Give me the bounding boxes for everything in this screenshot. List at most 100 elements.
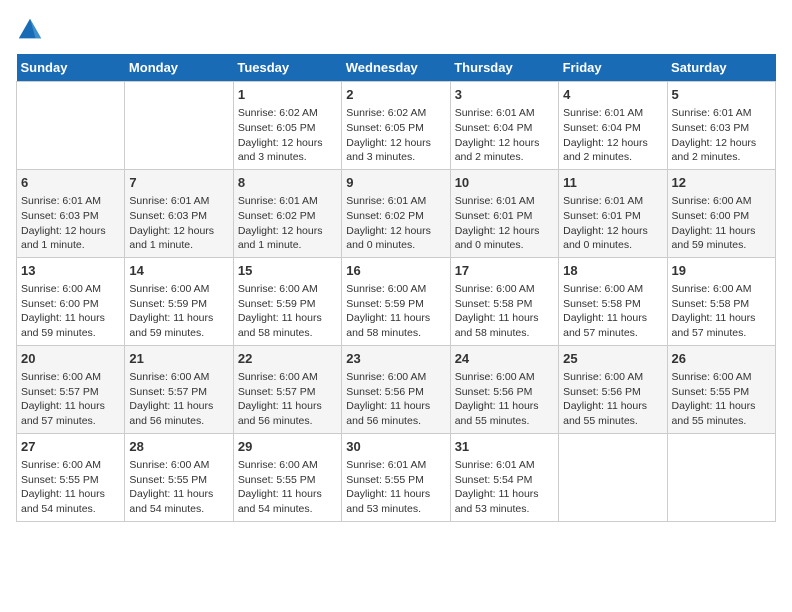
calendar-cell: 11 Sunrise: 6:01 AM Sunset: 6:01 PM Dayli… xyxy=(559,169,667,257)
day-info: Sunrise: 6:00 AM Sunset: 5:56 PM Dayligh… xyxy=(455,370,554,429)
calendar-cell: 15Sunrise: 6:00 AM Sunset: 5:59 PM Dayli… xyxy=(233,257,341,345)
weekday-header-wednesday: Wednesday xyxy=(342,54,450,82)
logo xyxy=(16,16,48,44)
day-info: Sunrise: 6:00 AM Sunset: 5:59 PM Dayligh… xyxy=(346,282,445,341)
day-number: 23 xyxy=(346,350,445,368)
day-info: Sunrise: 6:01 AM Sunset: 6:03 PM Dayligh… xyxy=(672,106,771,165)
calendar-cell: 27 Sunrise: 6:00 AM Sunset: 5:55 PM Dayli… xyxy=(17,433,125,521)
day-number: 30 xyxy=(346,438,445,456)
calendar-cell: 10Sunrise: 6:01 AM Sunset: 6:01 PM Dayli… xyxy=(450,169,558,257)
calendar-cell: 26 Sunrise: 6:00 AM Sunset: 5:55 PM Dayli… xyxy=(667,345,775,433)
calendar-week-4: 20 Sunrise: 6:00 AM Sunset: 5:57 PM Dayli… xyxy=(17,345,776,433)
calendar-week-2: 6 Sunrise: 6:01 AM Sunset: 6:03 PM Daylig… xyxy=(17,169,776,257)
day-number: 19 xyxy=(672,262,771,280)
day-info: Sunrise: 6:00 AM Sunset: 5:58 PM Dayligh… xyxy=(455,282,554,341)
day-info: Sunrise: 6:01 AM Sunset: 6:04 PM Dayligh… xyxy=(563,106,662,165)
calendar-cell: 28Sunrise: 6:00 AM Sunset: 5:55 PM Dayli… xyxy=(125,433,233,521)
day-info: Sunrise: 6:00 AM Sunset: 5:58 PM Dayligh… xyxy=(563,282,662,341)
day-info: Sunrise: 6:01 AM Sunset: 6:03 PM Dayligh… xyxy=(129,194,228,253)
weekday-header-tuesday: Tuesday xyxy=(233,54,341,82)
day-number: 28 xyxy=(129,438,228,456)
calendar-cell: 18 Sunrise: 6:00 AM Sunset: 5:58 PM Dayli… xyxy=(559,257,667,345)
day-info: Sunrise: 6:00 AM Sunset: 5:55 PM Dayligh… xyxy=(238,458,337,517)
day-info: Sunrise: 6:01 AM Sunset: 5:55 PM Dayligh… xyxy=(346,458,445,517)
calendar-cell: 24 Sunrise: 6:00 AM Sunset: 5:56 PM Dayli… xyxy=(450,345,558,433)
day-number: 29 xyxy=(238,438,337,456)
calendar-header: SundayMondayTuesdayWednesdayThursdayFrid… xyxy=(17,54,776,82)
calendar-cell xyxy=(559,433,667,521)
day-number: 6 xyxy=(21,174,120,192)
day-number: 2 xyxy=(346,86,445,104)
calendar-week-5: 27 Sunrise: 6:00 AM Sunset: 5:55 PM Dayli… xyxy=(17,433,776,521)
weekday-header-friday: Friday xyxy=(559,54,667,82)
weekday-header-saturday: Saturday xyxy=(667,54,775,82)
weekday-header-sunday: Sunday xyxy=(17,54,125,82)
calendar-cell: 22 Sunrise: 6:00 AM Sunset: 5:57 PM Dayli… xyxy=(233,345,341,433)
day-number: 5 xyxy=(672,86,771,104)
calendar-cell: 29 Sunrise: 6:00 AM Sunset: 5:55 PM Dayli… xyxy=(233,433,341,521)
day-info: Sunrise: 6:01 AM Sunset: 6:02 PM Dayligh… xyxy=(346,194,445,253)
calendar-cell: 3 Sunrise: 6:01 AM Sunset: 6:04 PM Daylig… xyxy=(450,82,558,170)
calendar-cell xyxy=(17,82,125,170)
day-number: 16 xyxy=(346,262,445,280)
calendar-cell: 21Sunrise: 6:00 AM Sunset: 5:57 PM Dayli… xyxy=(125,345,233,433)
calendar-cell: 17 Sunrise: 6:00 AM Sunset: 5:58 PM Dayli… xyxy=(450,257,558,345)
day-info: Sunrise: 6:00 AM Sunset: 5:58 PM Dayligh… xyxy=(672,282,771,341)
calendar-cell: 13 Sunrise: 6:00 AM Sunset: 6:00 PM Dayli… xyxy=(17,257,125,345)
day-number: 18 xyxy=(563,262,662,280)
calendar-cell: 23 Sunrise: 6:00 AM Sunset: 5:56 PM Dayli… xyxy=(342,345,450,433)
calendar-cell: 30 Sunrise: 6:01 AM Sunset: 5:55 PM Dayli… xyxy=(342,433,450,521)
calendar-cell: 6 Sunrise: 6:01 AM Sunset: 6:03 PM Daylig… xyxy=(17,169,125,257)
day-number: 9 xyxy=(346,174,445,192)
day-number: 22 xyxy=(238,350,337,368)
day-info: Sunrise: 6:00 AM Sunset: 5:57 PM Dayligh… xyxy=(238,370,337,429)
day-number: 20 xyxy=(21,350,120,368)
day-info: Sunrise: 6:01 AM Sunset: 6:02 PM Dayligh… xyxy=(238,194,337,253)
calendar-cell: 1Sunrise: 6:02 AM Sunset: 6:05 PM Daylig… xyxy=(233,82,341,170)
day-number: 13 xyxy=(21,262,120,280)
day-number: 4 xyxy=(563,86,662,104)
day-info: Sunrise: 6:00 AM Sunset: 5:56 PM Dayligh… xyxy=(563,370,662,429)
calendar-cell: 31 Sunrise: 6:01 AM Sunset: 5:54 PM Dayli… xyxy=(450,433,558,521)
day-info: Sunrise: 6:01 AM Sunset: 6:01 PM Dayligh… xyxy=(563,194,662,253)
calendar-cell: 25Sunrise: 6:00 AM Sunset: 5:56 PM Dayli… xyxy=(559,345,667,433)
day-info: Sunrise: 6:00 AM Sunset: 5:56 PM Dayligh… xyxy=(346,370,445,429)
day-number: 26 xyxy=(672,350,771,368)
day-info: Sunrise: 6:00 AM Sunset: 6:00 PM Dayligh… xyxy=(672,194,771,253)
calendar-cell: 7 Sunrise: 6:01 AM Sunset: 6:03 PM Daylig… xyxy=(125,169,233,257)
day-number: 17 xyxy=(455,262,554,280)
day-info: Sunrise: 6:01 AM Sunset: 6:03 PM Dayligh… xyxy=(21,194,120,253)
day-number: 3 xyxy=(455,86,554,104)
day-number: 21 xyxy=(129,350,228,368)
calendar-body: 1 Sunrise: 6:02 AM Sunset: 6:05 PM Daylig… xyxy=(17,82,776,522)
calendar-cell xyxy=(667,433,775,521)
calendar-cell: 19 Sunrise: 6:00 AM Sunset: 5:58 PM Dayli… xyxy=(667,257,775,345)
day-info: Sunrise: 6:01 AM Sunset: 6:04 PM Dayligh… xyxy=(455,106,554,165)
day-info: Sunrise: 6:00 AM Sunset: 5:57 PM Dayligh… xyxy=(21,370,120,429)
day-info: Sunrise: 6:00 AM Sunset: 5:55 PM Dayligh… xyxy=(672,370,771,429)
day-info: Sunrise: 6:01 AM Sunset: 6:01 PM Dayligh… xyxy=(455,194,554,253)
day-number: 14 xyxy=(129,262,228,280)
calendar-cell: 9 Sunrise: 6:01 AM Sunset: 6:02 PM Daylig… xyxy=(342,169,450,257)
calendar-cell: 14Sunrise: 6:00 AM Sunset: 5:59 PM Dayli… xyxy=(125,257,233,345)
calendar-cell: 12 Sunrise: 6:00 AM Sunset: 6:00 PM Dayli… xyxy=(667,169,775,257)
day-number: 31 xyxy=(455,438,554,456)
calendar-week-3: 13 Sunrise: 6:00 AM Sunset: 6:00 PM Dayli… xyxy=(17,257,776,345)
calendar-cell xyxy=(125,82,233,170)
day-info: Sunrise: 6:02 AM Sunset: 6:05 PM Dayligh… xyxy=(346,106,445,165)
header xyxy=(16,16,776,44)
day-info: Sunrise: 6:00 AM Sunset: 5:55 PM Dayligh… xyxy=(21,458,120,517)
day-number: 27 xyxy=(21,438,120,456)
day-info: Sunrise: 6:00 AM Sunset: 5:59 PM Dayligh… xyxy=(238,282,337,341)
day-number: 12 xyxy=(672,174,771,192)
day-number: 7 xyxy=(129,174,228,192)
calendar-week-1: 1 Sunrise: 6:02 AM Sunset: 6:05 PM Daylig… xyxy=(17,82,776,170)
calendar-cell: 20 Sunrise: 6:00 AM Sunset: 5:57 PM Dayli… xyxy=(17,345,125,433)
day-number: 8 xyxy=(238,174,337,192)
day-number: 1 xyxy=(238,86,337,104)
day-info: Sunrise: 6:00 AM Sunset: 6:00 PM Dayligh… xyxy=(21,282,120,341)
day-number: 24 xyxy=(455,350,554,368)
calendar-cell: 4 Sunrise: 6:01 AM Sunset: 6:04 PM Daylig… xyxy=(559,82,667,170)
day-number: 11 xyxy=(563,174,662,192)
day-info: Sunrise: 6:01 AM Sunset: 5:54 PM Dayligh… xyxy=(455,458,554,517)
